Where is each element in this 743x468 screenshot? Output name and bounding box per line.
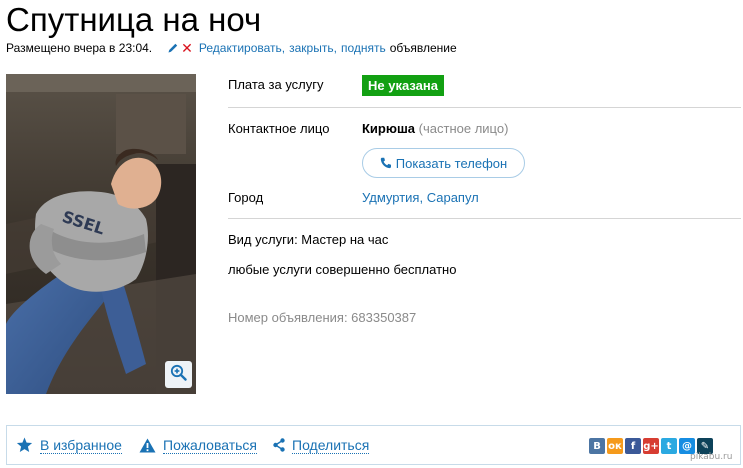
city-link[interactable]: Сарапул: [427, 190, 479, 205]
zoom-photo-button[interactable]: [165, 361, 192, 388]
star-icon: [16, 437, 33, 452]
pencil-icon: [167, 42, 179, 54]
page-title: Спутница на ноч: [6, 1, 262, 38]
posted-time: Размещено вчера в 23:04.: [6, 41, 153, 55]
contact-name: Кирюша: [362, 121, 416, 136]
share-icon: [273, 438, 285, 452]
favorites-label: В избранное: [40, 436, 122, 454]
complain-button[interactable]: Пожаловаться: [139, 426, 258, 464]
ad-meta: Размещено вчера в 23:04. ✕ Редактировать…: [6, 40, 457, 56]
city-value: Удмуртия, Сарапул: [362, 189, 479, 207]
show-phone-label: Показать телефон: [395, 155, 508, 171]
meta-tail-text: объявление: [389, 41, 457, 55]
google-plus-share-icon[interactable]: g+: [643, 438, 659, 454]
odnoklassniki-share-icon[interactable]: ок: [607, 438, 623, 454]
show-phone-button[interactable]: Показать телефон: [362, 148, 525, 178]
warning-icon: [139, 438, 156, 452]
facebook-share-icon[interactable]: f: [625, 438, 641, 454]
complain-label: Пожаловаться: [163, 436, 258, 454]
comma-separator: ,: [281, 41, 286, 55]
divider: [228, 218, 741, 219]
twitter-share-icon[interactable]: t: [661, 438, 677, 454]
vkontakte-share-icon[interactable]: В: [589, 438, 605, 454]
region-link[interactable]: Удмуртия: [362, 190, 419, 205]
ad-number: Номер объявления: 683350387: [228, 310, 417, 325]
city-label: Город: [228, 190, 264, 205]
fee-badge: Не указана: [362, 75, 444, 96]
close-link[interactable]: закрыть: [289, 41, 333, 55]
close-icon[interactable]: ✕: [181, 41, 193, 55]
share-label: Поделиться: [292, 436, 370, 454]
ad-description: любые услуги совершенно бесплатно: [228, 262, 457, 277]
raise-link[interactable]: поднять: [341, 41, 386, 55]
watermark: pikabu.ru: [690, 452, 733, 462]
ad-actions: Редактировать, закрыть, поднять объявление: [199, 40, 457, 56]
add-to-favorites-button[interactable]: В избранное: [16, 426, 122, 464]
divider: [228, 107, 741, 108]
share-button[interactable]: Поделиться: [273, 426, 370, 464]
ad-photo[interactable]: SSEL: [6, 74, 196, 394]
contact-person: Кирюша (частное лицо): [362, 120, 508, 138]
comma-separator: ,: [419, 190, 427, 205]
magnifier-icon: [170, 364, 187, 386]
bottom-action-bar: В избранное Пожаловаться Поделиться В ок…: [6, 425, 741, 465]
edit-link[interactable]: Редактировать: [199, 41, 282, 55]
contact-type: (частное лицо): [418, 121, 509, 136]
service-type: Вид услуги: Мастер на час: [228, 232, 389, 247]
contact-label: Контактное лицо: [228, 121, 330, 136]
phone-icon: [380, 157, 391, 169]
fee-label: Плата за услугу: [228, 77, 324, 92]
comma-separator: ,: [333, 41, 337, 55]
